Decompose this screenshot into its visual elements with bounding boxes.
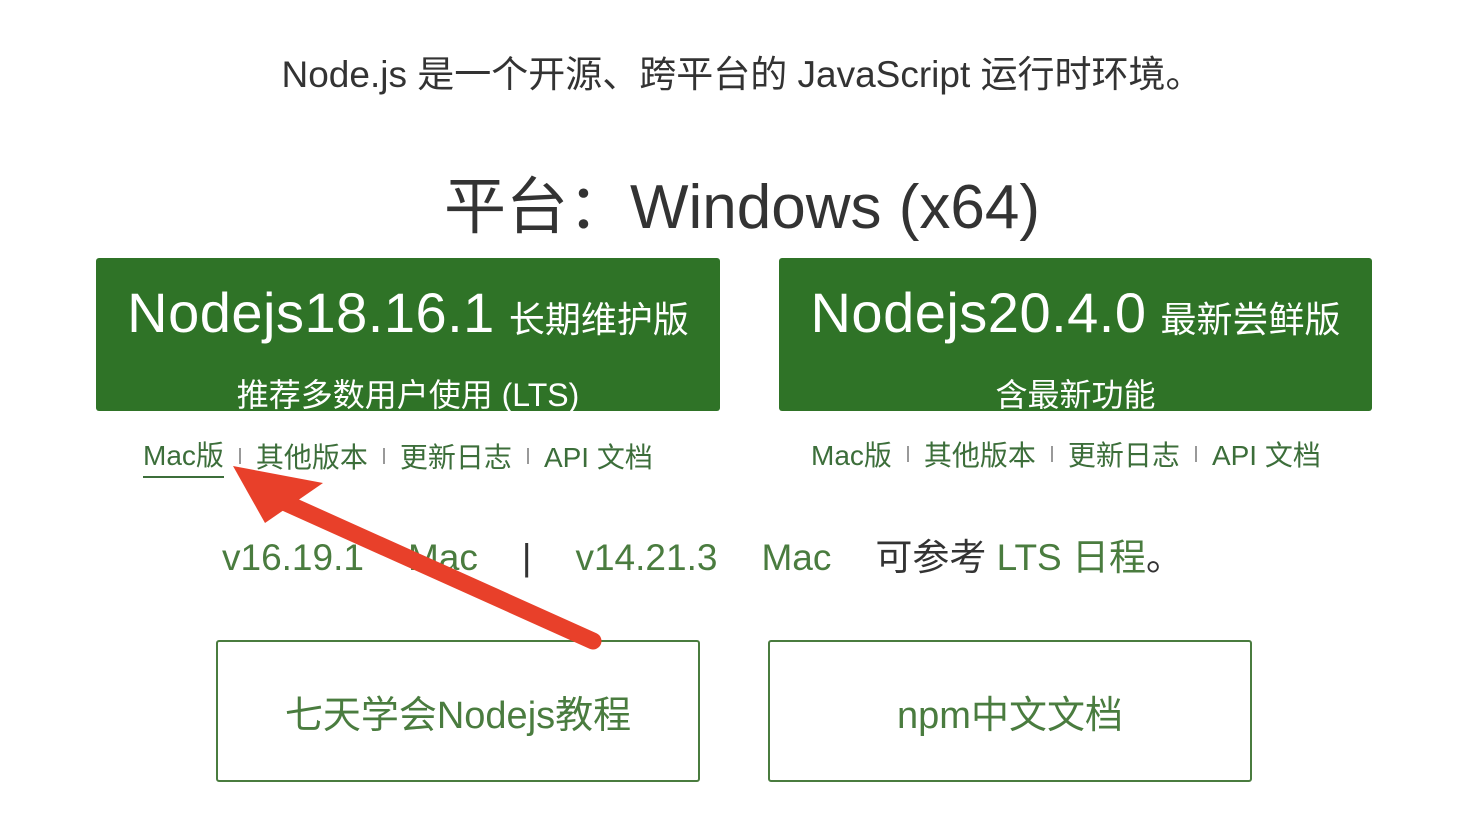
- link-separator: [1194, 446, 1197, 462]
- download-current-subtitle: 含最新功能: [995, 377, 1156, 413]
- download-current-title: Nodejs20.4.0 最新尝鲜版: [779, 280, 1372, 361]
- old-versions-row: v16.19.1 Mac | v14.21.3 Mac 可参考 LTS 日程。: [222, 527, 1183, 581]
- tutorial-button[interactable]: 七天学会Nodejs教程: [216, 640, 700, 782]
- download-lts-title: Nodejs18.16.1 长期维护版: [96, 280, 720, 361]
- npm-docs-button-label: npm中文文档: [897, 694, 1123, 737]
- old-versions-separator: |: [521, 537, 532, 578]
- platform-heading: 平台：Windows (x64): [0, 156, 1484, 246]
- link-separator: [1050, 446, 1053, 462]
- link-separator: [906, 446, 909, 462]
- lts-changelog-link[interactable]: 更新日志: [400, 436, 512, 476]
- lts-schedule-link[interactable]: LTS 日程: [997, 537, 1146, 578]
- lts-links-row: Mac版 其他版本 更新日志 API 文档: [143, 434, 653, 478]
- schedule-suffix: 。: [1146, 537, 1184, 578]
- schedule-prefix: 可参考: [875, 537, 987, 578]
- v14-mac-link[interactable]: Mac: [761, 537, 831, 578]
- intro-text: Node.js 是一个开源、跨平台的 JavaScript 运行时环境。: [281, 54, 1203, 95]
- link-separator: [526, 448, 529, 464]
- platform-value: Windows (x64): [630, 173, 1040, 242]
- download-lts-subtitle: 推荐多数用户使用 (LTS): [236, 377, 580, 413]
- download-lts-tag: 长期维护版: [508, 299, 689, 340]
- download-lts-version: Nodejs18.16.1: [127, 281, 495, 344]
- tutorial-button-label: 七天学会Nodejs教程: [284, 694, 632, 737]
- download-current-tag: 最新尝鲜版: [1160, 299, 1341, 340]
- link-separator: [238, 448, 241, 464]
- lts-mac-link[interactable]: Mac版: [143, 434, 224, 478]
- download-lts-button[interactable]: Nodejs18.16.1 长期维护版 推荐多数用户使用 (LTS): [96, 258, 720, 413]
- v16-mac-link[interactable]: Mac: [408, 537, 478, 578]
- npm-docs-button[interactable]: npm中文文档: [768, 640, 1252, 782]
- v14-link[interactable]: v14.21.3: [575, 537, 717, 578]
- platform-label: 平台：: [443, 173, 630, 242]
- v16-link[interactable]: v16.19.1: [222, 537, 364, 578]
- current-other-versions-link[interactable]: 其他版本: [924, 434, 1036, 474]
- download-current-version: Nodejs20.4.0: [810, 281, 1147, 344]
- download-current-button[interactable]: Nodejs20.4.0 最新尝鲜版 含最新功能: [779, 258, 1372, 413]
- current-mac-link[interactable]: Mac版: [811, 434, 892, 474]
- lts-other-versions-link[interactable]: 其他版本: [256, 436, 368, 476]
- current-links-row: Mac版 其他版本 更新日志 API 文档: [811, 434, 1321, 474]
- lts-api-docs-link[interactable]: API 文档: [544, 436, 653, 476]
- current-api-docs-link[interactable]: API 文档: [1212, 434, 1321, 474]
- link-separator: [382, 448, 385, 464]
- current-changelog-link[interactable]: 更新日志: [1068, 434, 1180, 474]
